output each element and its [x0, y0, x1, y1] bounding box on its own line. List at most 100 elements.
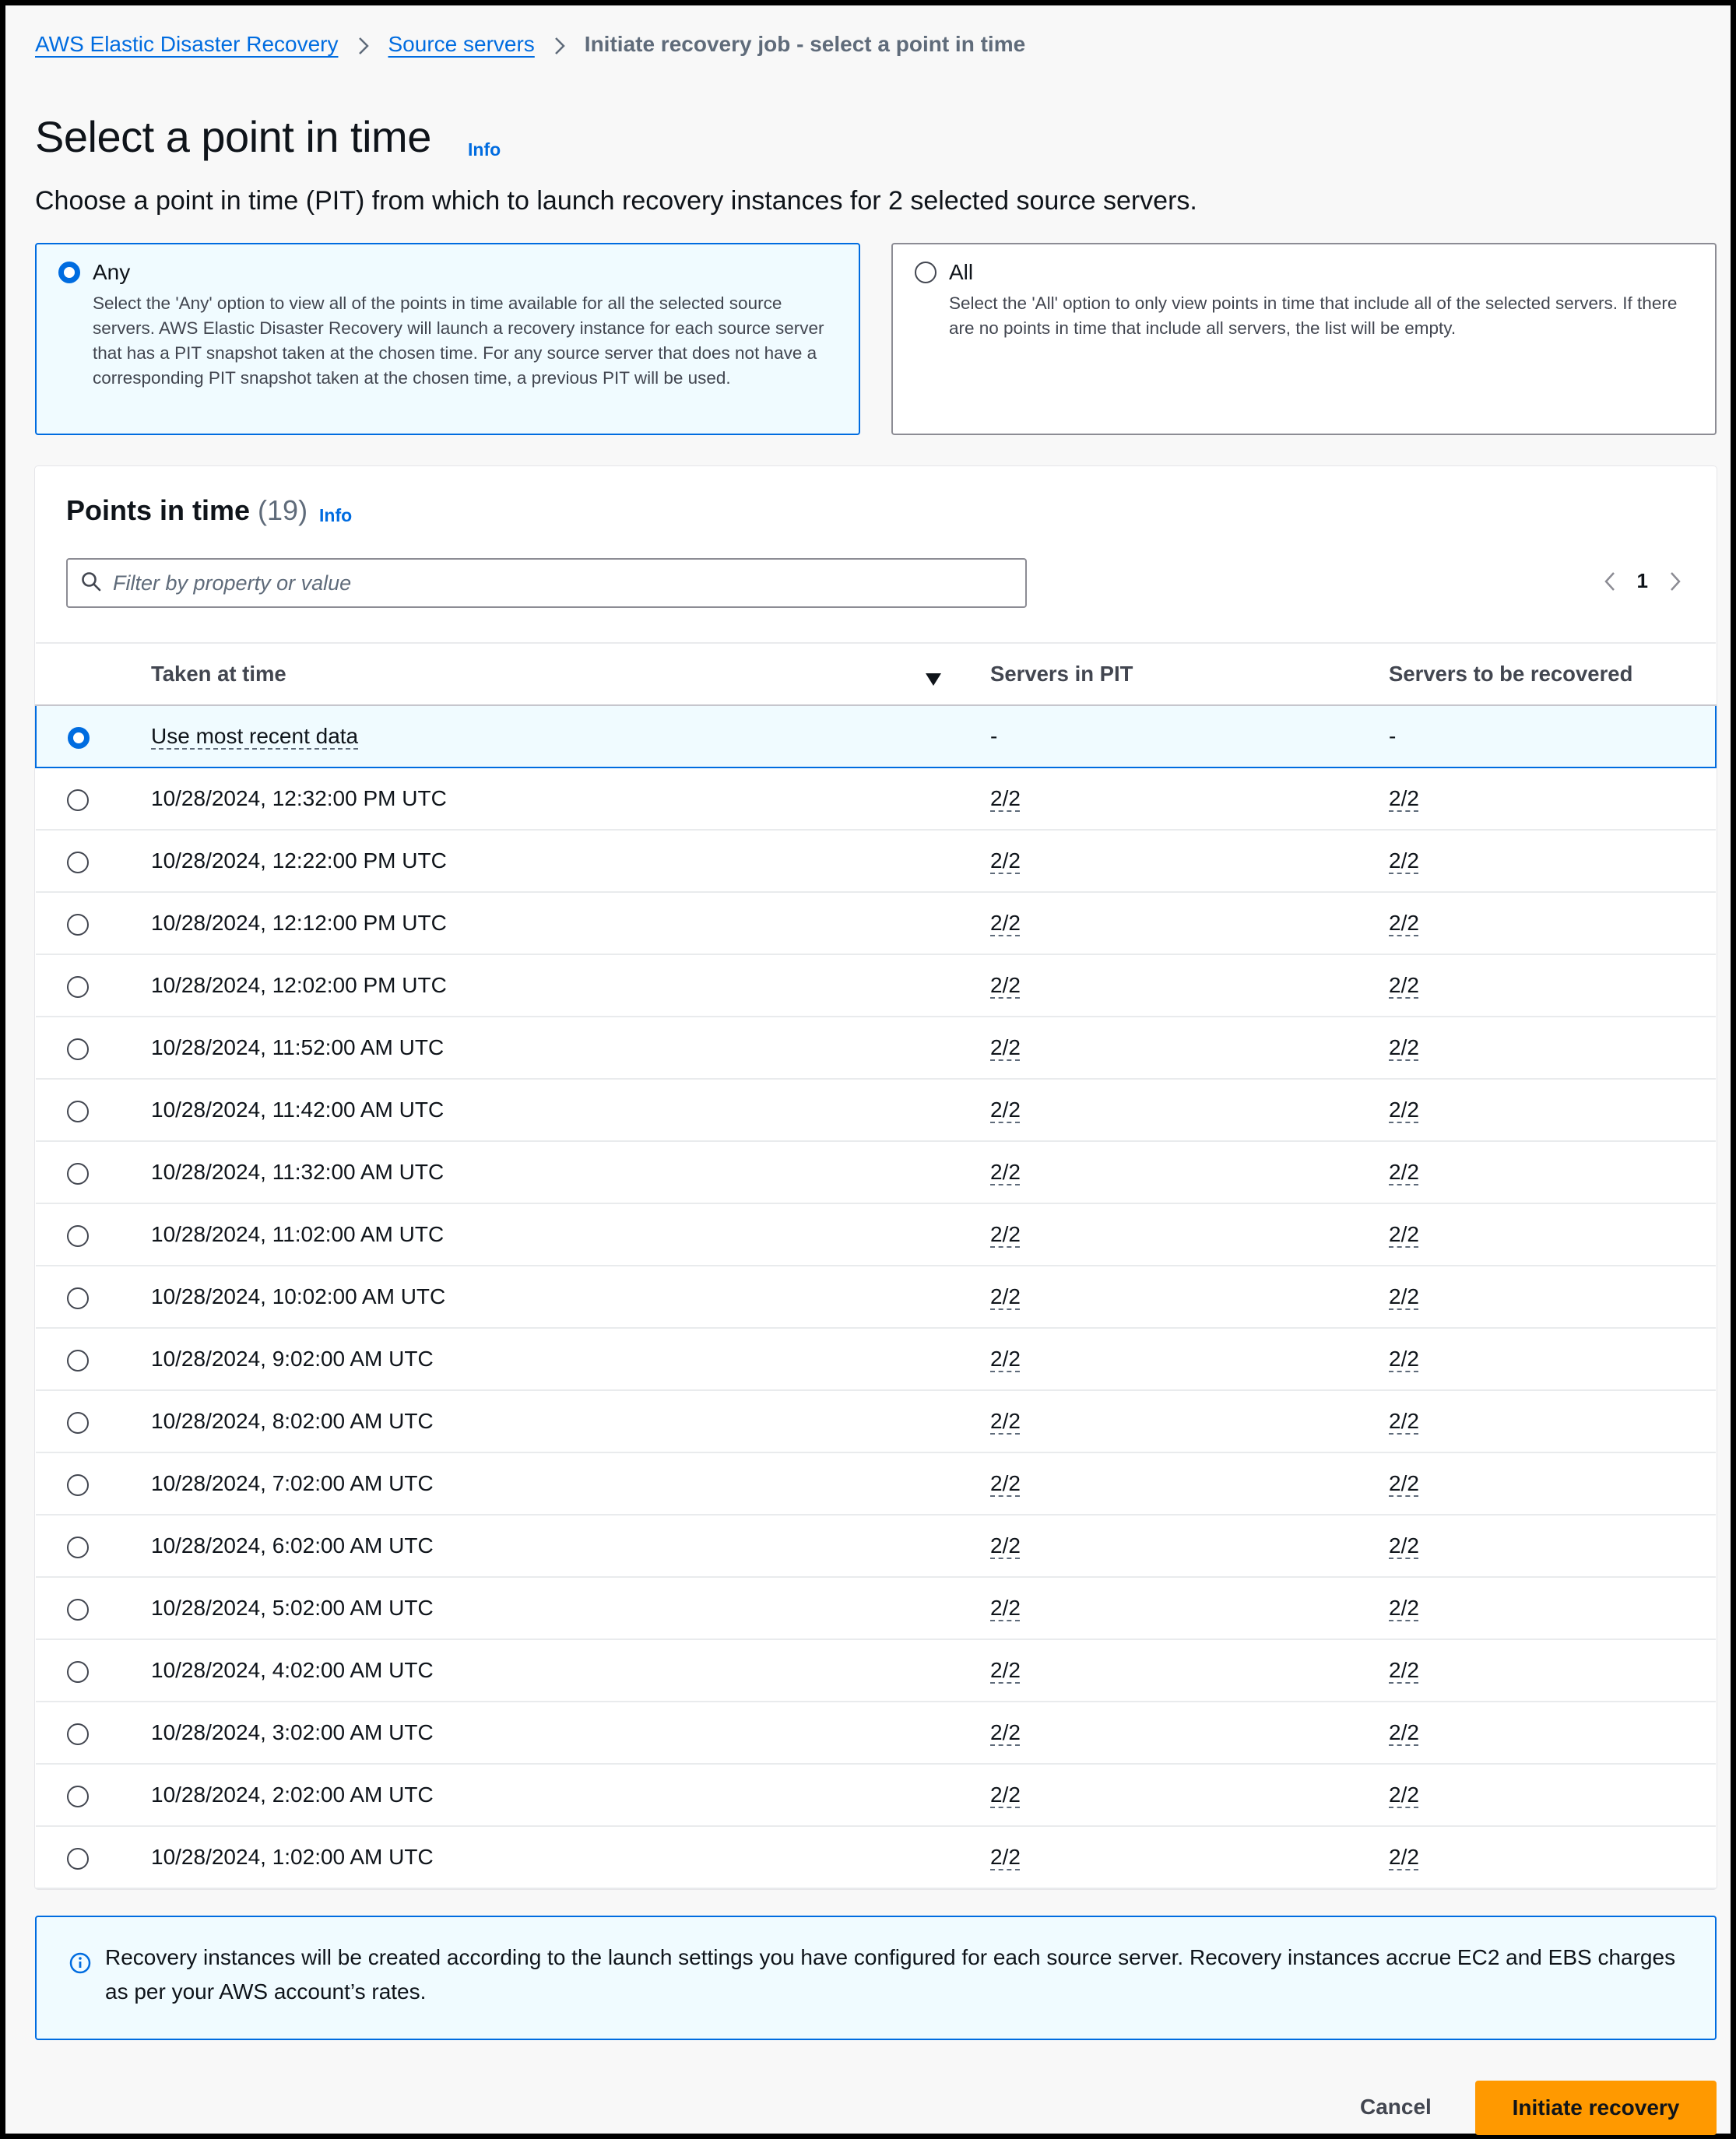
- row-servers-in-pit[interactable]: 2/2: [990, 1720, 1021, 1744]
- row-servers-to-recover[interactable]: 2/2: [1389, 1347, 1419, 1371]
- sort-descending-icon[interactable]: [925, 667, 942, 692]
- row-servers-in-pit[interactable]: 2/2: [990, 1160, 1021, 1184]
- row-radio[interactable]: [67, 1349, 89, 1372]
- column-header-servers-to-be-recovered[interactable]: Servers to be recovered: [1358, 642, 1716, 706]
- row-servers-in-pit[interactable]: 2/2: [990, 1658, 1021, 1682]
- row-radio[interactable]: [67, 1473, 89, 1496]
- table-row[interactable]: 10/28/2024, 1:02:00 AM UTC 2/2 2/2: [36, 1826, 1716, 1889]
- table-row[interactable]: 10/28/2024, 7:02:00 AM UTC 2/2 2/2: [36, 1452, 1716, 1516]
- table-row[interactable]: 10/28/2024, 5:02:00 AM UTC 2/2 2/2: [36, 1577, 1716, 1640]
- row-servers-to-recover[interactable]: 2/2: [1389, 1098, 1419, 1122]
- row-servers-to-recover[interactable]: 2/2: [1389, 1222, 1419, 1246]
- row-radio[interactable]: [67, 1847, 89, 1870]
- page-number[interactable]: 1: [1637, 569, 1648, 593]
- breadcrumb-current: Initiate recovery job - select a point i…: [584, 32, 1026, 56]
- row-servers-in-pit[interactable]: 2/2: [990, 1098, 1021, 1122]
- row-servers-in-pit[interactable]: 2/2: [990, 1222, 1021, 1246]
- row-servers-to-recover[interactable]: 2/2: [1389, 1160, 1419, 1184]
- table-row[interactable]: 10/28/2024, 11:32:00 AM UTC 2/2 2/2: [36, 1141, 1716, 1204]
- row-servers-to-recover[interactable]: 2/2: [1389, 1658, 1419, 1682]
- table-row[interactable]: 10/28/2024, 8:02:00 AM UTC 2/2 2/2: [36, 1390, 1716, 1453]
- option-all-tile[interactable]: All Select the 'All' option to only view…: [891, 243, 1717, 435]
- column-header-servers-in-pit[interactable]: Servers in PIT: [959, 642, 1358, 706]
- option-any-radio[interactable]: [58, 262, 80, 283]
- breadcrumb-link-drs[interactable]: AWS Elastic Disaster Recovery: [35, 32, 339, 57]
- row-radio[interactable]: [67, 1162, 89, 1185]
- row-servers-to-recover[interactable]: 2/2: [1389, 1471, 1419, 1495]
- table-row[interactable]: Use most recent data - -: [35, 704, 1717, 768]
- row-servers-in-pit[interactable]: 2/2: [990, 1533, 1021, 1558]
- initiate-recovery-button[interactable]: Initiate recovery: [1475, 2081, 1717, 2135]
- table-row[interactable]: 10/28/2024, 6:02:00 AM UTC 2/2 2/2: [36, 1515, 1716, 1578]
- panel-info-link[interactable]: Info: [319, 505, 352, 526]
- option-any-tile[interactable]: Any Select the 'Any' option to view all …: [35, 243, 860, 435]
- chevron-left-icon[interactable]: [1603, 570, 1617, 593]
- pagination: 1: [1603, 569, 1682, 593]
- row-radio[interactable]: [67, 726, 90, 749]
- table-row[interactable]: 10/28/2024, 4:02:00 AM UTC 2/2 2/2: [36, 1639, 1716, 1702]
- filter-input[interactable]: [113, 571, 985, 595]
- chevron-right-icon: [535, 32, 585, 57]
- table-row[interactable]: 10/28/2024, 12:02:00 PM UTC 2/2 2/2: [36, 954, 1716, 1017]
- row-servers-to-recover[interactable]: 2/2: [1389, 1720, 1419, 1744]
- row-servers-in-pit[interactable]: 2/2: [990, 1782, 1021, 1807]
- row-servers-in-pit[interactable]: 2/2: [990, 1409, 1021, 1433]
- row-time: 10/28/2024, 11:02:00 AM UTC: [151, 1222, 445, 1246]
- row-servers-to-recover[interactable]: 2/2: [1389, 973, 1419, 997]
- row-radio[interactable]: [67, 1100, 89, 1122]
- row-time: 10/28/2024, 1:02:00 AM UTC: [151, 1845, 434, 1869]
- row-radio[interactable]: [67, 1660, 89, 1683]
- row-radio[interactable]: [67, 975, 89, 998]
- row-radio[interactable]: [67, 1411, 89, 1434]
- row-servers-in-pit[interactable]: 2/2: [990, 786, 1021, 810]
- chevron-right-icon[interactable]: [1668, 570, 1682, 593]
- option-any-description: Select the 'Any' option to view all of t…: [93, 293, 824, 388]
- row-servers-to-recover[interactable]: 2/2: [1389, 1409, 1419, 1433]
- table-row[interactable]: 10/28/2024, 2:02:00 AM UTC 2/2 2/2: [36, 1764, 1716, 1827]
- option-all-radio[interactable]: [915, 262, 937, 283]
- column-header-taken-at-time[interactable]: Taken at time: [120, 642, 959, 706]
- row-servers-to-recover[interactable]: 2/2: [1389, 848, 1419, 873]
- table-row[interactable]: 10/28/2024, 12:22:00 PM UTC 2/2 2/2: [36, 830, 1716, 893]
- row-time[interactable]: Use most recent data: [151, 724, 358, 748]
- row-radio[interactable]: [67, 1536, 89, 1558]
- row-radio[interactable]: [67, 851, 89, 873]
- row-servers-in-pit[interactable]: 2/2: [990, 1845, 1021, 1869]
- row-radio[interactable]: [67, 1287, 89, 1309]
- row-servers-in-pit[interactable]: 2/2: [990, 1284, 1021, 1308]
- title-info-link[interactable]: Info: [468, 139, 501, 160]
- row-servers-to-recover[interactable]: 2/2: [1389, 1845, 1419, 1869]
- row-servers-to-recover[interactable]: 2/2: [1389, 786, 1419, 810]
- row-radio[interactable]: [67, 1723, 89, 1745]
- row-servers-in-pit[interactable]: 2/2: [990, 1347, 1021, 1371]
- row-servers-in-pit[interactable]: 2/2: [990, 973, 1021, 997]
- row-servers-in-pit[interactable]: 2/2: [990, 1035, 1021, 1059]
- row-servers-in-pit[interactable]: 2/2: [990, 911, 1021, 935]
- row-servers-to-recover[interactable]: 2/2: [1389, 911, 1419, 935]
- table-row[interactable]: 10/28/2024, 11:02:00 AM UTC 2/2 2/2: [36, 1203, 1716, 1266]
- row-radio[interactable]: [67, 1038, 89, 1060]
- table-row[interactable]: 10/28/2024, 3:02:00 AM UTC 2/2 2/2: [36, 1702, 1716, 1765]
- table-row[interactable]: 10/28/2024, 11:52:00 AM UTC 2/2 2/2: [36, 1017, 1716, 1080]
- row-radio[interactable]: [67, 1785, 89, 1807]
- row-radio[interactable]: [67, 1224, 89, 1247]
- table-row[interactable]: 10/28/2024, 10:02:00 AM UTC 2/2 2/2: [36, 1266, 1716, 1329]
- table-row[interactable]: 10/28/2024, 12:12:00 PM UTC 2/2 2/2: [36, 892, 1716, 955]
- row-servers-in-pit[interactable]: 2/2: [990, 848, 1021, 873]
- row-servers-to-recover[interactable]: 2/2: [1389, 1284, 1419, 1308]
- row-radio[interactable]: [67, 913, 89, 936]
- row-servers-to-recover[interactable]: 2/2: [1389, 1533, 1419, 1558]
- points-in-time-table: Taken at time Servers in PIT Servers to …: [35, 642, 1717, 1889]
- row-servers-to-recover[interactable]: 2/2: [1389, 1782, 1419, 1807]
- table-row[interactable]: 10/28/2024, 12:32:00 PM UTC 2/2 2/2: [36, 767, 1716, 831]
- table-row[interactable]: 10/28/2024, 9:02:00 AM UTC 2/2 2/2: [36, 1328, 1716, 1391]
- row-servers-in-pit[interactable]: 2/2: [990, 1471, 1021, 1495]
- table-row[interactable]: 10/28/2024, 11:42:00 AM UTC 2/2 2/2: [36, 1079, 1716, 1142]
- breadcrumb-link-source-servers[interactable]: Source servers: [388, 32, 535, 57]
- row-servers-to-recover[interactable]: 2/2: [1389, 1596, 1419, 1620]
- row-servers-to-recover[interactable]: 2/2: [1389, 1035, 1419, 1059]
- row-servers-in-pit[interactable]: 2/2: [990, 1596, 1021, 1620]
- row-radio[interactable]: [67, 1598, 89, 1621]
- row-radio[interactable]: [67, 789, 89, 811]
- cancel-button[interactable]: Cancel: [1360, 2095, 1432, 2120]
